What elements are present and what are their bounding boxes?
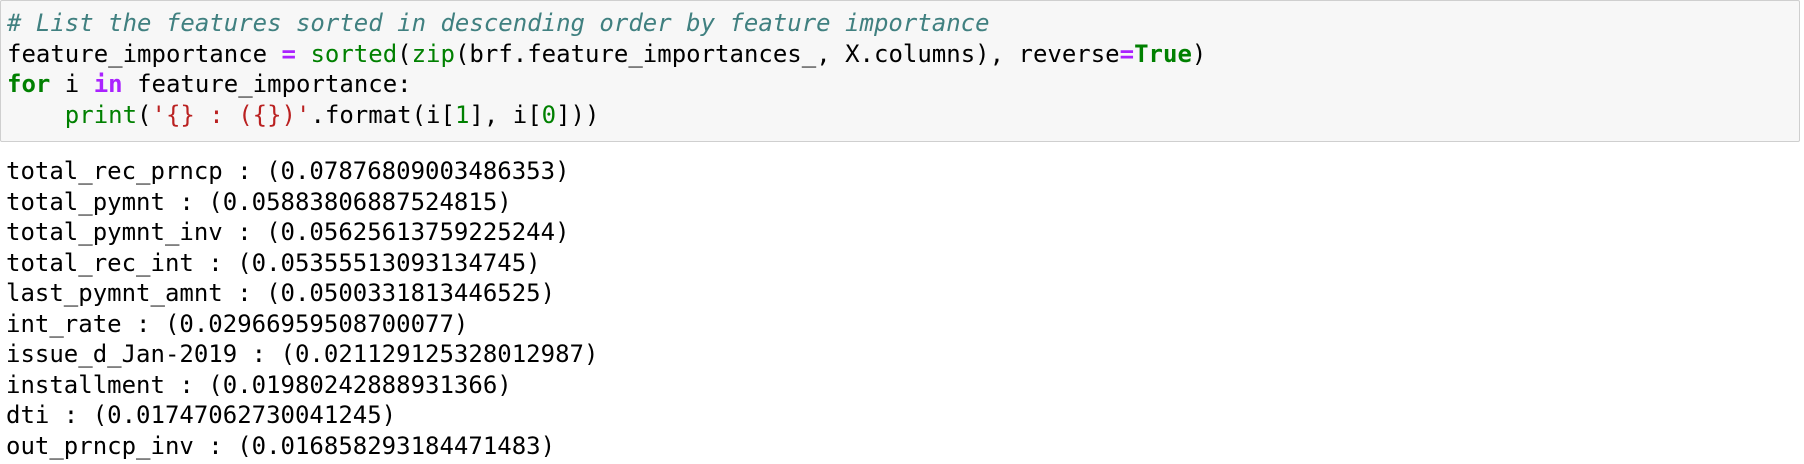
code-builtin: sorted <box>310 39 398 68</box>
code-cell-input[interactable]: # List the features sorted in descending… <box>0 0 1800 142</box>
output-line: total_pymnt : (0.05883806887524815) <box>6 187 512 216</box>
code-line-1: # List the features sorted in descending… <box>7 8 1206 39</box>
code-number: 1 <box>454 100 470 129</box>
output-line: out_prncp_inv : (0.016858293184471483) <box>6 431 556 460</box>
code-token: (brf.feature_importances_, X.columns), r… <box>454 39 1120 68</box>
output-line: total_rec_prncp : (0.07876809003486353) <box>6 157 570 185</box>
output-line: issue_d_Jan-2019 : (0.021129125328012987… <box>6 340 599 368</box>
code-token: feature_importance: <box>122 70 412 98</box>
code-keyword: in <box>93 70 123 98</box>
code-builtin: zip <box>411 39 455 68</box>
code-token: i <box>50 70 94 98</box>
code-string: '{} : ({})' <box>151 100 311 129</box>
output-line: installment : (0.01980242888931366) <box>6 370 512 399</box>
code-keyword: for <box>7 70 51 98</box>
code-comment: # List the features sorted in descending… <box>7 9 990 37</box>
code-token: ], i[ <box>469 100 542 129</box>
code-token: ( <box>137 100 152 129</box>
code-token: ( <box>397 39 412 68</box>
code-operator: = <box>1119 39 1135 68</box>
code-token: ) <box>1191 39 1207 68</box>
code-number: 0 <box>541 100 557 129</box>
output-line: dti : (0.01747062730041245) <box>6 401 397 429</box>
cell-output: total_rec_prncp : (0.07876809003486353) … <box>6 156 598 461</box>
output-line: total_rec_int : (0.05355513093134745) <box>6 248 541 277</box>
output-line: total_pymnt_inv : (0.05625613759225244) <box>6 218 570 246</box>
code-keyword: True <box>1134 39 1192 68</box>
code-editor[interactable]: # List the features sorted in descending… <box>7 8 1206 130</box>
code-token: feature_importance <box>7 39 268 68</box>
code-builtin: print <box>64 100 138 129</box>
code-operator: = <box>267 39 311 68</box>
code-token: ])) <box>556 100 600 129</box>
code-line-3: for i in feature_importance: <box>7 69 1206 100</box>
output-line: int_rate : (0.02966959508700077) <box>6 309 469 338</box>
code-line-2: feature_importance = sorted(zip(brf.feat… <box>7 39 1206 70</box>
output-line: last_pymnt_amnt : (0.0500331813446525) <box>6 279 556 307</box>
code-token: .format(i[ <box>310 100 455 129</box>
code-line-4: print('{} : ({})'.format(i[1], i[0])) <box>7 100 1206 131</box>
